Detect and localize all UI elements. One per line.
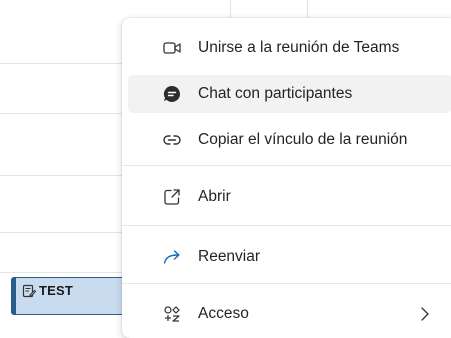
edit-note-icon — [22, 284, 37, 298]
chat-bubble-icon — [162, 84, 182, 104]
menu-item-label: Chat con participantes — [198, 85, 353, 102]
menu-item-label: Abrir — [198, 188, 231, 205]
menu-item-categorize[interactable]: Acceso — [128, 295, 451, 333]
grid-line — [0, 232, 122, 233]
forward-arrow-icon — [162, 247, 182, 267]
menu-divider — [122, 225, 451, 226]
categorize-icon — [162, 304, 182, 324]
link-icon — [162, 130, 182, 150]
menu-item-label: Copiar el vínculo de la reunión — [198, 131, 408, 148]
chevron-right-icon — [418, 305, 432, 323]
grid-line — [0, 272, 122, 273]
menu-item-label: Unirse a la reunión de Teams — [198, 39, 400, 56]
grid-line — [0, 113, 122, 114]
menu-item-join-teams[interactable]: Unirse a la reunión de Teams — [128, 29, 451, 67]
menu-item-open[interactable]: Abrir — [128, 178, 451, 216]
grid-line — [0, 175, 122, 176]
event-title: TEST — [39, 283, 74, 298]
video-camera-icon — [162, 38, 182, 58]
menu-item-copy-meeting-link[interactable]: Copiar el vínculo de la reunión — [128, 121, 451, 159]
calendar-event[interactable]: TEST — [11, 277, 129, 315]
menu-item-label: Reenviar — [198, 248, 261, 265]
menu-item-forward[interactable]: Reenviar — [128, 238, 451, 276]
context-menu: Unirse a la reunión de Teams Chat con pa… — [122, 18, 451, 338]
grid-line — [0, 63, 122, 64]
menu-divider — [122, 283, 451, 284]
menu-item-chat-participants[interactable]: Chat con participantes — [128, 75, 451, 113]
open-external-icon — [162, 187, 182, 207]
menu-item-label: Acceso — [198, 305, 249, 322]
menu-divider — [122, 165, 451, 166]
